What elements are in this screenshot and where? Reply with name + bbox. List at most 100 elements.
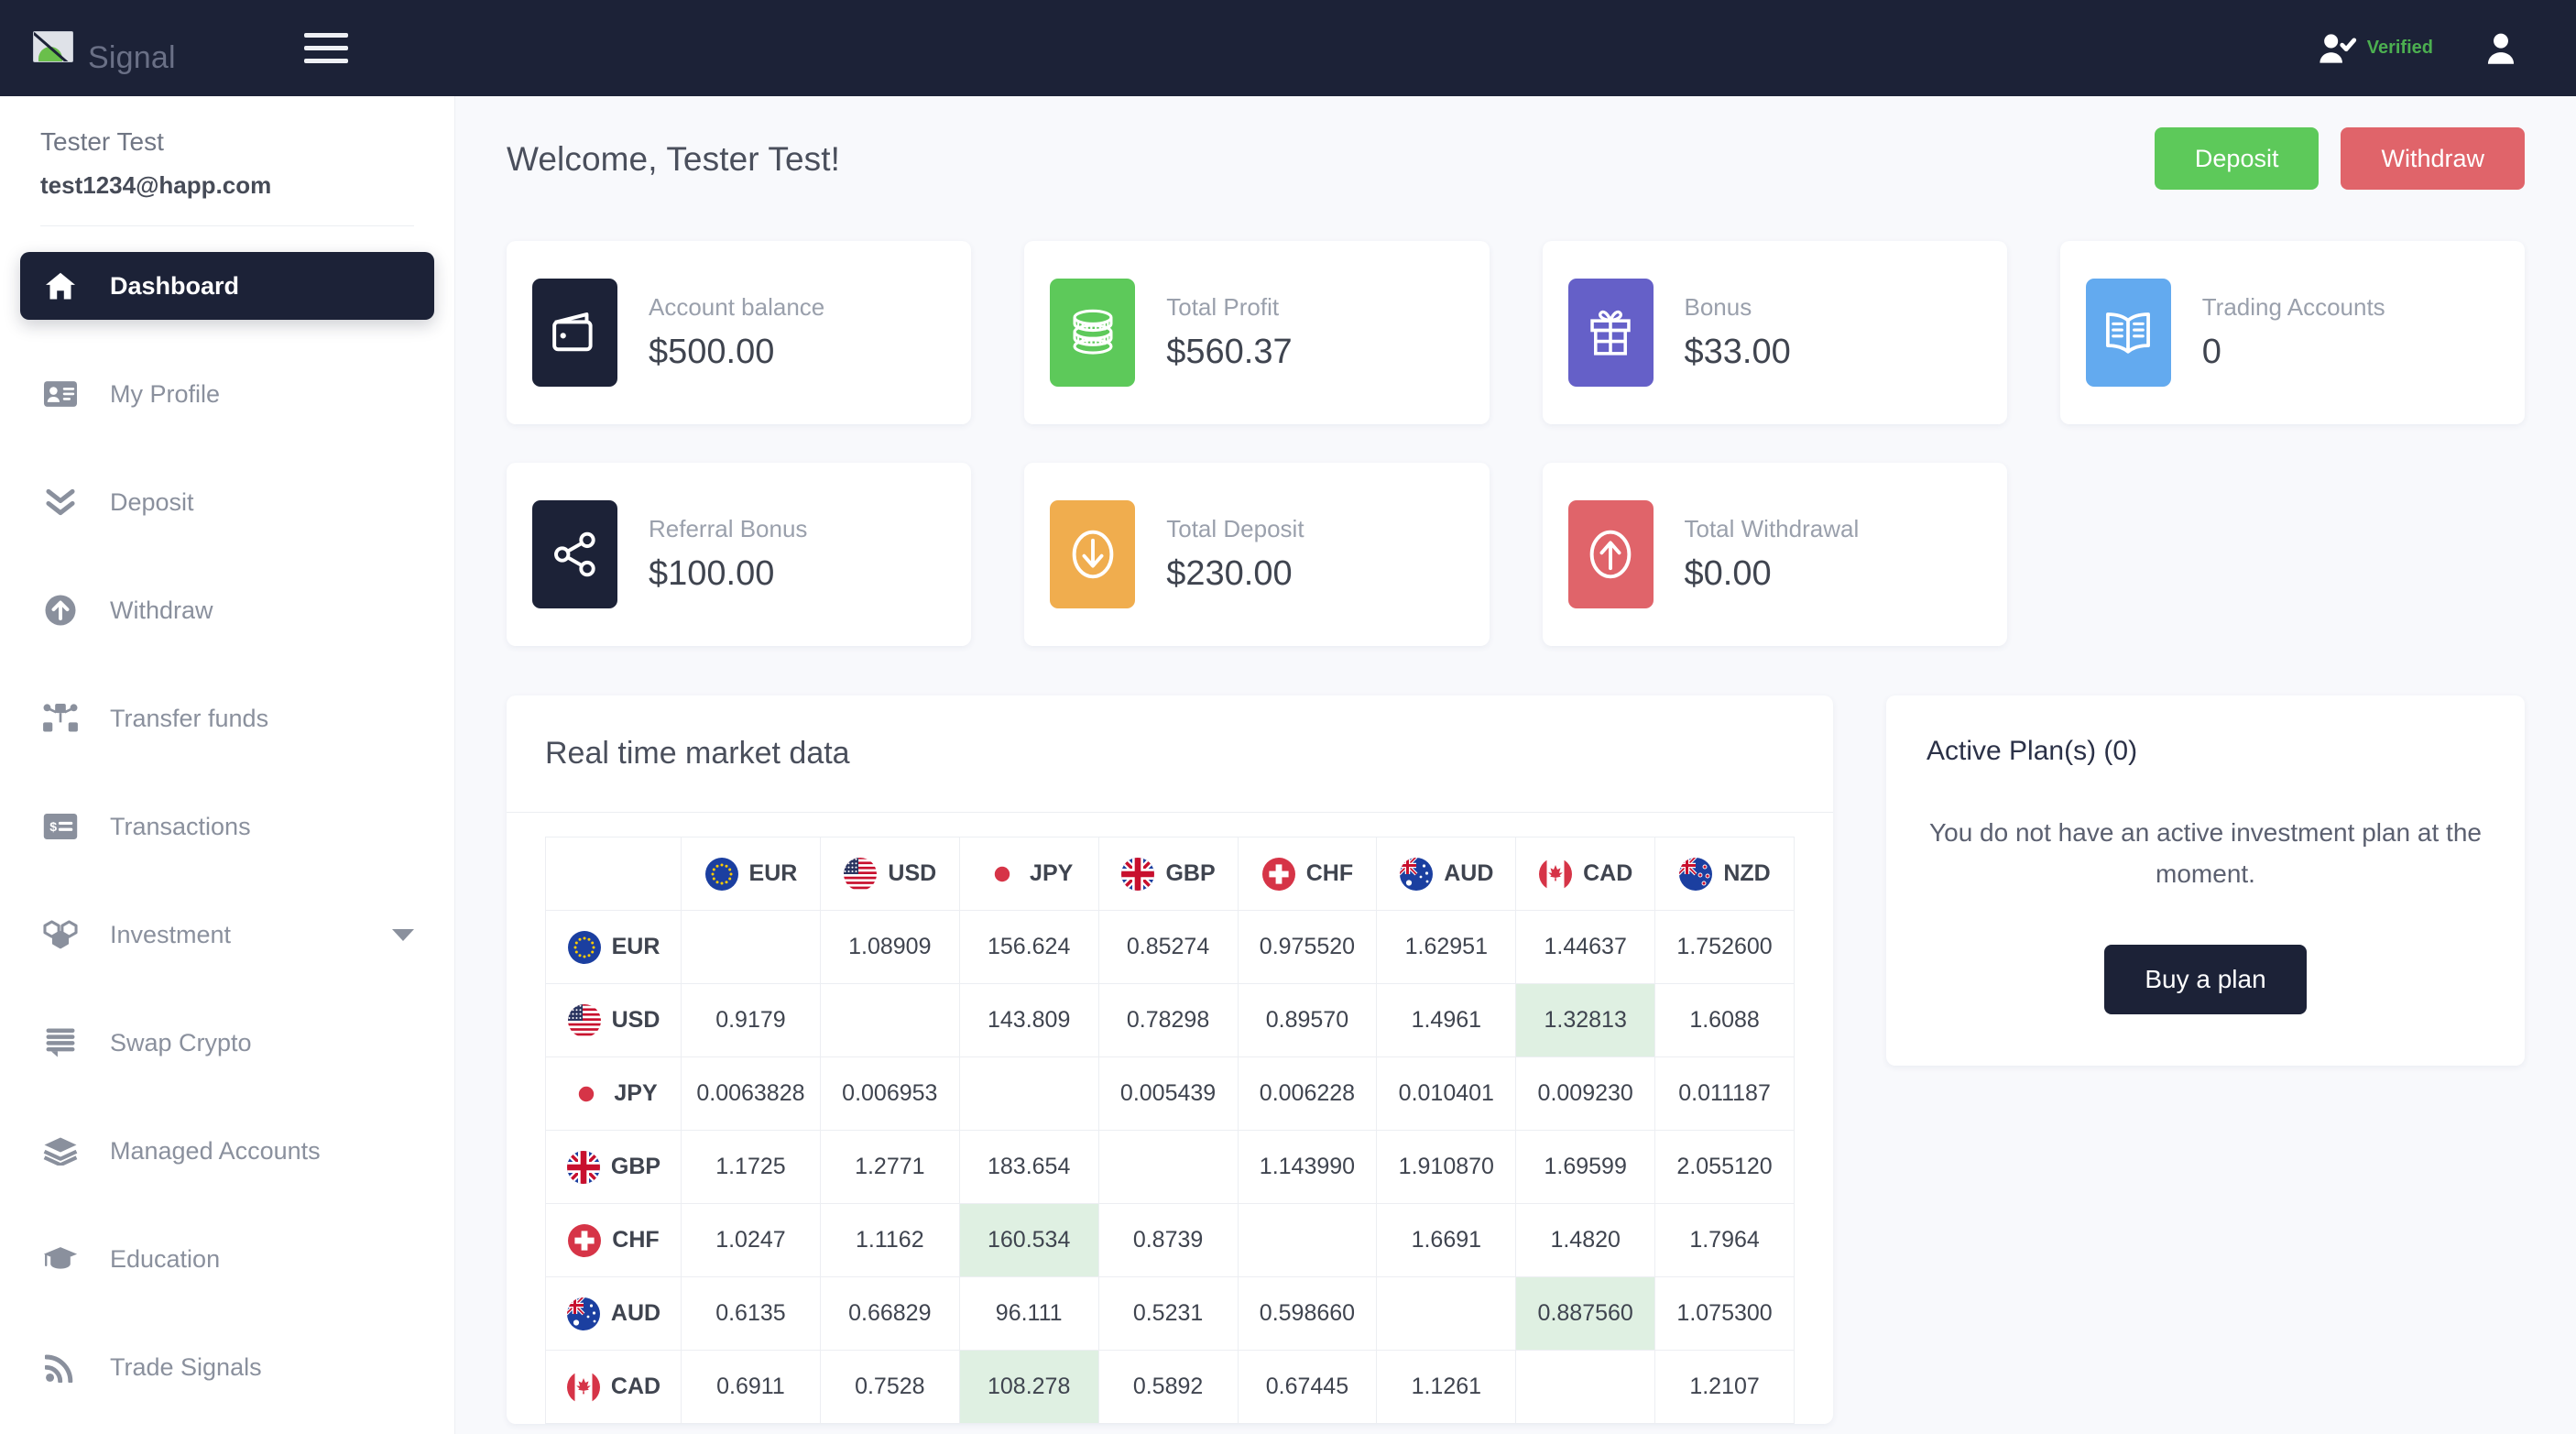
market-rate-cell [1097, 1130, 1239, 1204]
active-plan-title: Active Plan(s) (0) [1927, 736, 2138, 766]
currency-code: AUD [1444, 860, 1494, 886]
sidebar-item-withdraw[interactable]: Withdraw [20, 576, 434, 644]
market-table-col-header-chf: CHF [1237, 837, 1378, 911]
stat-card-label: Bonus [1684, 293, 1752, 321]
stat-card-text: Total Profit $560.37 [1166, 293, 1292, 372]
stat-cards-row-1: Account balance $500.00 Total Profit $560.3… [507, 241, 2525, 424]
sidebar-item-deposit[interactable]: Deposit [20, 468, 434, 536]
sidebar-item-dashboard[interactable]: Dashboard [20, 252, 434, 321]
flag-usd-icon [844, 857, 878, 891]
market-table-row: AUD 0.6135 0.66829 96.111 0.5231 0.598660 0.88… [545, 1276, 1795, 1351]
market-rate-cell: 1.08909 [819, 910, 960, 984]
market-table-corner-cell [545, 837, 682, 911]
market-rate-cell: 0.006228 [1237, 1056, 1378, 1131]
chevrons-down-icon [40, 484, 81, 520]
sidebar-nav: Dashboard My Profile Deposit Withdraw Transf… [0, 226, 454, 1401]
market-rate-cell: 1.910870 [1376, 1130, 1517, 1204]
market-rate-cell: 2.055120 [1654, 1130, 1795, 1204]
stat-card-text: Total Withdrawal $0.00 [1685, 515, 1860, 594]
sidebar-item-swap-crypto[interactable]: Swap Crypto [20, 1009, 434, 1077]
sidebar-item-investment[interactable]: Investment [20, 901, 434, 969]
sidebar-item-transfer-funds[interactable]: Transfer funds [20, 684, 434, 752]
market-rate-cell: 1.143990 [1237, 1130, 1378, 1204]
arrow-down-circle-icon [1050, 500, 1136, 608]
flag-nzd-icon [1679, 857, 1713, 891]
market-rate-cell: 0.67445 [1237, 1350, 1378, 1424]
sidebar-user-block: Tester Test test1234@happ.com [0, 96, 454, 200]
transfer-nodes-icon [40, 700, 81, 737]
deposit-button[interactable]: Deposit [2154, 127, 2319, 190]
market-rate-cell: 1.4820 [1515, 1203, 1656, 1277]
verified-status-badge[interactable]: Verified [2318, 31, 2433, 66]
share-nodes-icon [532, 500, 617, 608]
brand-logo[interactable]: Signal [0, 30, 176, 73]
main-content: Welcome, Tester Test! Deposit Withdraw A… [455, 96, 2576, 1434]
market-rate-cell [1515, 1350, 1656, 1424]
stat-card-value: $100.00 [649, 554, 775, 593]
currency-code: CHF [1305, 860, 1354, 886]
sidebar-item-my-profile[interactable]: My Profile [20, 360, 434, 428]
stat-card-label: Account balance [649, 293, 825, 321]
market-rate-cell: 0.6135 [681, 1276, 821, 1351]
currency-code: GBP [1165, 860, 1216, 886]
market-rate-cell [1376, 1276, 1517, 1351]
market-rate-cell: 0.006953 [819, 1056, 960, 1131]
open-book-icon [2085, 279, 2171, 387]
sidebar-item-trade-signals[interactable]: Trade Signals [20, 1333, 434, 1401]
stat-card-value: $560.37 [1166, 333, 1293, 371]
market-table-row: GBP 1.1725 1.2771 183.654 1.143990 1.910870 1.… [545, 1130, 1795, 1204]
user-check-icon [2319, 33, 2356, 63]
stat-card-value: $33.00 [1684, 333, 1791, 371]
market-rate-cell: 1.2107 [1654, 1350, 1795, 1424]
topbar-right-group: Verified [2318, 31, 2576, 66]
stat-card-value: 0 [2201, 333, 2221, 371]
market-rate-cell: 1.6088 [1654, 983, 1795, 1057]
market-data-panel: Real time market data EUR USD JPY GBP CHF A… [507, 695, 1833, 1424]
stat-card-value: $0.00 [1684, 554, 1772, 593]
sidebar-item-education[interactable]: Education [20, 1225, 434, 1293]
user-account-icon[interactable] [2483, 31, 2519, 66]
page-title: Welcome, Tester Test! [507, 140, 841, 178]
market-rate-cell: 143.809 [958, 983, 1099, 1057]
market-rate-cell: 0.5892 [1097, 1350, 1239, 1424]
coins-icon [1050, 279, 1136, 387]
market-rate-cell [819, 983, 960, 1057]
market-rate-cell [681, 910, 821, 984]
stat-card-total-deposit: Total Deposit $230.00 [1024, 463, 1490, 646]
flag-aud-icon [566, 1297, 600, 1330]
stat-card-total-withdrawal: Total Withdrawal $0.00 [1542, 463, 2007, 646]
market-table-row: USD 0.9179 143.809 0.78298 0.89570 1.4961 1.32… [545, 983, 1795, 1057]
flag-eur-icon [704, 857, 738, 891]
currency-code: JPY [614, 1080, 658, 1106]
market-rate-cell: 1.1162 [819, 1203, 960, 1277]
active-plan-panel: Active Plan(s) (0) You do not have an ac… [1886, 695, 2525, 1066]
lower-section: Real time market data EUR USD JPY GBP CHF A… [507, 695, 2525, 1424]
sidebar: Tester Test test1234@happ.com Dashboard M… [0, 96, 455, 1434]
verified-label: Verified [2366, 38, 2433, 58]
stat-card-value: $230.00 [1166, 554, 1293, 593]
sidebar-item-label: Withdraw [110, 596, 213, 624]
active-plan-message: You do not have an active investment pla… [1929, 818, 2482, 888]
buy-a-plan-button[interactable]: Buy a plan [2104, 944, 2307, 1014]
market-rate-cell: 0.0063828 [681, 1056, 821, 1131]
market-rate-cell: 0.78298 [1097, 983, 1239, 1057]
stat-card-trading-accounts: Trading Accounts 0 [2059, 241, 2525, 424]
sidebar-item-managed-accounts[interactable]: Managed Accounts [20, 1117, 434, 1185]
broken-image-icon [33, 30, 73, 62]
chevron-down-icon[interactable] [392, 928, 414, 941]
market-table-body: EUR 1.08909 156.624 0.85274 0.975520 1.62951 1… [545, 910, 1795, 1424]
stat-card-label: Referral Bonus [649, 515, 808, 542]
hamburger-menu-icon[interactable] [303, 30, 348, 67]
arrow-up-circle-icon [40, 592, 81, 629]
market-table-row-header-eur: EUR [545, 910, 682, 984]
market-table-row-header-usd: USD [545, 983, 682, 1057]
currency-code: EUR [748, 860, 798, 886]
stat-card-text: Trading Accounts 0 [2202, 293, 2385, 372]
flag-cad-icon [566, 1370, 600, 1404]
stacked-lines-icon [40, 1024, 81, 1061]
withdraw-button[interactable]: Withdraw [2341, 127, 2525, 190]
market-table-row-header-aud: AUD [545, 1276, 682, 1351]
market-rate-cell: 0.598660 [1237, 1276, 1378, 1351]
sidebar-item-transactions[interactable]: $ Transactions [20, 793, 434, 860]
market-rate-cell: 0.011187 [1654, 1056, 1795, 1131]
